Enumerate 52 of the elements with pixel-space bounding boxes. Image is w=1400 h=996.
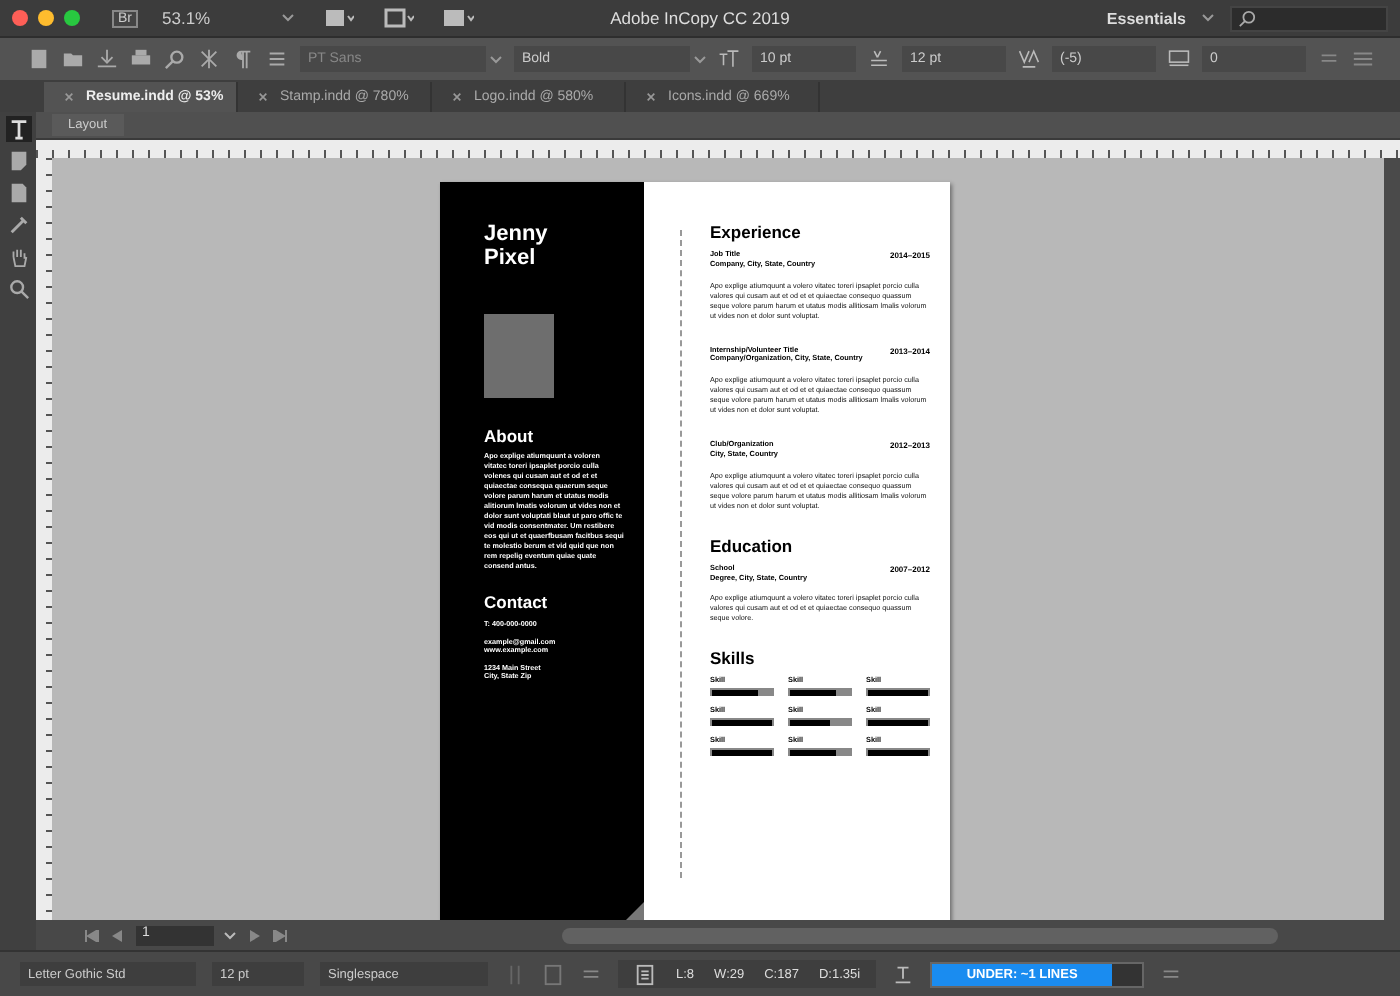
view-options-icon[interactable] — [322, 8, 354, 28]
section-heading: Experience — [710, 222, 803, 242]
caret-icon[interactable] — [490, 55, 502, 63]
photo-placeholder — [484, 314, 554, 398]
kerning-icon — [1018, 48, 1040, 70]
paragraph-icon[interactable] — [232, 48, 254, 70]
page-icon[interactable] — [542, 963, 564, 985]
align-icon[interactable] — [1352, 48, 1374, 70]
new-document-icon[interactable] — [28, 48, 50, 70]
last-page-icon[interactable] — [272, 929, 288, 941]
section-heading: Education — [710, 535, 795, 556]
spelling-icon[interactable] — [198, 48, 220, 70]
menu-icon[interactable] — [266, 48, 288, 70]
previous-page-icon[interactable] — [110, 929, 126, 941]
vertical-scrollbar[interactable] — [1384, 158, 1400, 920]
caret-icon[interactable] — [1202, 14, 1214, 22]
leading-icon — [868, 48, 890, 70]
eyedropper-tool-icon[interactable] — [5, 212, 31, 238]
print-icon[interactable] — [130, 48, 152, 70]
close-icon[interactable] — [64, 92, 74, 102]
search-icon[interactable] — [164, 48, 186, 70]
next-page-icon[interactable] — [246, 929, 262, 941]
close-icon[interactable] — [646, 92, 656, 102]
copyfit-icon — [892, 963, 915, 985]
arrange-documents-icon[interactable] — [442, 8, 474, 28]
name-heading: Jenny — [484, 222, 550, 246]
name-heading: Pixel — [484, 246, 538, 270]
first-page-icon[interactable] — [84, 929, 100, 941]
window-title: Adobe InCopy CC 2019 — [610, 8, 790, 28]
font-size-icon — [718, 48, 740, 70]
workspace-dropdown[interactable]: Essentials — [1106, 9, 1186, 27]
download-icon[interactable] — [96, 48, 118, 70]
minimize-window-button[interactable] — [38, 10, 54, 26]
screen-mode-icon[interactable] — [382, 8, 414, 28]
document-icon — [634, 963, 656, 985]
caret-icon[interactable] — [282, 14, 294, 22]
zoom-level-dropdown[interactable]: 53.1% — [162, 8, 266, 28]
close-icon[interactable] — [452, 92, 462, 102]
zoom-tool-icon[interactable] — [5, 276, 31, 302]
zoom-window-button[interactable] — [64, 10, 80, 26]
search-field[interactable] — [1230, 5, 1388, 31]
section-heading: Skills — [710, 648, 757, 669]
search-icon — [1238, 9, 1256, 27]
section-heading: About — [484, 426, 536, 446]
folder-icon[interactable] — [62, 48, 84, 70]
caret-icon[interactable] — [224, 931, 236, 939]
text-tool-icon[interactable] — [5, 116, 31, 142]
close-window-button[interactable] — [12, 10, 28, 26]
tracking-icon — [1168, 48, 1190, 70]
section-heading: Contact — [484, 592, 550, 612]
caret-icon[interactable] — [694, 55, 706, 63]
close-icon[interactable] — [258, 92, 268, 102]
